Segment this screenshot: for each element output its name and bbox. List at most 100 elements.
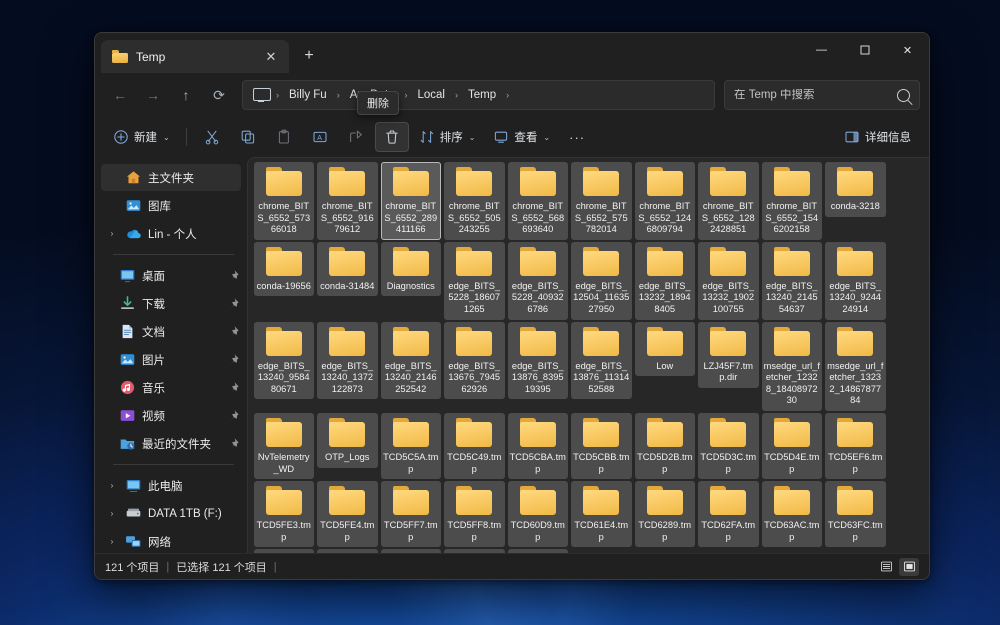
file-tile[interactable]: TCD638A.tmp — [381, 549, 442, 553]
share-button[interactable] — [339, 122, 373, 152]
file-tile[interactable]: conda-3218 — [825, 162, 886, 217]
file-tile[interactable]: Diagnostics — [381, 242, 442, 297]
sidebar-item-music[interactable]: 音乐 — [101, 374, 241, 401]
file-tile[interactable]: TCD5FE3.tmp — [254, 481, 315, 547]
sidebar-item-data-drive[interactable]: › DATA 1TB (F:) — [101, 500, 241, 527]
file-tile[interactable]: edge_BITS_13240_924424914 — [825, 242, 886, 320]
pin-icon[interactable] — [225, 380, 241, 396]
file-tile[interactable]: TCD5FE4.tmp — [317, 481, 378, 547]
file-tile[interactable]: edge_BITS_13240_2146252542 — [381, 322, 442, 400]
breadcrumb[interactable]: › Billy Fu › AppData › Local › Temp › — [242, 80, 715, 110]
file-tile[interactable]: conda-31484 — [317, 242, 378, 297]
pin-icon[interactable] — [225, 408, 241, 424]
file-tile[interactable]: TCD63FC.tmp — [825, 481, 886, 547]
chevron-right-icon[interactable]: › — [105, 537, 119, 546]
file-tile[interactable]: edge_BITS_13676_794562926 — [444, 322, 505, 400]
file-tile[interactable]: TCD5C5A.tmp — [381, 413, 442, 479]
sidebar-item-videos[interactable]: 视频 — [101, 402, 241, 429]
file-tile[interactable]: TCD5CBA.tmp — [508, 413, 569, 479]
file-tile[interactable]: OTP_Logs — [317, 413, 378, 468]
pin-icon[interactable] — [225, 296, 241, 312]
minimize-button[interactable]: — — [800, 33, 843, 67]
file-tile[interactable]: msedge_url_fetcher_13232_1486787784 — [825, 322, 886, 411]
file-tile[interactable]: chrome_BITS_6552_57366018 — [254, 162, 315, 240]
view-button[interactable]: 查看 ⌄ — [485, 122, 558, 152]
file-tile[interactable]: chrome_BITS_6552_568693640 — [508, 162, 569, 240]
file-tile[interactable]: edge_BITS_13232_18948405 — [635, 242, 696, 320]
sidebar-item-downloads[interactable]: 下载 — [101, 290, 241, 317]
sidebar-item-network[interactable]: › 网络 — [101, 528, 241, 553]
file-tile[interactable]: TCD601B.tmp — [317, 549, 378, 553]
file-tile[interactable]: msedge_url_fetcher_12328_1840897230 — [762, 322, 823, 411]
file-tile[interactable]: TCD6289.tmp — [635, 481, 696, 547]
sidebar-item-this-pc[interactable]: › 此电脑 — [101, 472, 241, 499]
file-tile[interactable]: chrome_BITS_6552_575782014 — [571, 162, 632, 240]
file-tile[interactable]: TCD65E8.tmp — [254, 549, 315, 553]
paste-button[interactable] — [267, 122, 301, 152]
chevron-right-icon[interactable]: › — [105, 229, 119, 238]
chevron-right-icon[interactable]: › — [105, 509, 119, 518]
file-tile[interactable]: chrome_BITS_6552_1246809794 — [635, 162, 696, 240]
tab-temp[interactable]: Temp ✕ — [101, 40, 289, 73]
file-tile[interactable]: chrome_BITS_6552_1546202158 — [762, 162, 823, 240]
refresh-button[interactable]: ⟳ — [203, 80, 235, 110]
pin-icon[interactable] — [225, 352, 241, 368]
new-button[interactable]: 新建 ⌄ — [105, 122, 178, 152]
sidebar-item-pictures[interactable]: 图片 — [101, 346, 241, 373]
file-tile[interactable]: edge_BITS_5228_409326786 — [508, 242, 569, 320]
file-tile[interactable]: TCD60D9.tmp — [508, 481, 569, 547]
cut-button[interactable] — [195, 122, 229, 152]
breadcrumb-item-user[interactable]: Billy Fu — [283, 86, 333, 104]
file-tile[interactable]: chrome_BITS_6552_505243255 — [444, 162, 505, 240]
file-tile[interactable]: edge_BITS_12504_1163527950 — [571, 242, 632, 320]
file-tile[interactable]: TCD5FF7.tmp — [381, 481, 442, 547]
file-tile[interactable]: LZJ45F7.tmp.dir — [698, 322, 759, 388]
search-input[interactable] — [734, 89, 897, 101]
pin-icon[interactable] — [225, 324, 241, 340]
file-tile[interactable]: edge_BITS_13232_1902100755 — [698, 242, 759, 320]
sidebar-item-documents[interactable]: 文档 — [101, 318, 241, 345]
file-tile[interactable]: conda-19656 — [254, 242, 315, 297]
file-tile[interactable]: TCD5D4E.tmp — [762, 413, 823, 479]
file-tile[interactable]: TCD5C49.tmp — [444, 413, 505, 479]
delete-button[interactable] — [375, 122, 409, 152]
sidebar-item-gallery[interactable]: 图库 — [101, 192, 241, 219]
sort-button[interactable]: 排序 ⌄ — [411, 122, 484, 152]
file-tile[interactable]: TCD648C.tmp — [508, 549, 569, 553]
back-button[interactable]: ← — [104, 80, 136, 110]
breadcrumb-item-local[interactable]: Local — [411, 86, 451, 104]
up-button[interactable]: ↑ — [170, 80, 202, 110]
file-tile[interactable]: Low — [635, 322, 696, 377]
sidebar-item-home[interactable]: 主文件夹 — [101, 164, 241, 191]
search-box[interactable] — [724, 80, 920, 110]
maximize-button[interactable] — [843, 33, 886, 67]
file-tile[interactable]: TCD62FA.tmp — [698, 481, 759, 547]
large-icons-view-button[interactable] — [899, 558, 919, 576]
breadcrumb-item-temp[interactable]: Temp — [462, 86, 502, 104]
file-tile[interactable]: TCD63AC.tmp — [762, 481, 823, 547]
file-tile[interactable]: chrome_BITS_6552_289411166 — [381, 162, 442, 240]
rename-button[interactable]: A — [303, 122, 337, 152]
file-list-area[interactable]: chrome_BITS_6552_57366018chrome_BITS_655… — [247, 157, 929, 553]
details-view-button[interactable] — [876, 558, 896, 576]
file-tile[interactable]: TCD5CBB.tmp — [571, 413, 632, 479]
file-tile[interactable]: edge_BITS_13876_1131452588 — [571, 322, 632, 400]
pin-icon[interactable] — [225, 268, 241, 284]
file-tile[interactable]: edge_BITS_13240_1372122873 — [317, 322, 378, 400]
file-tile[interactable]: chrome_BITS_6552_91679612 — [317, 162, 378, 240]
new-tab-button[interactable]: + — [295, 42, 323, 70]
sidebar-item-onedrive[interactable]: › Lin - 个人 — [101, 220, 241, 247]
pin-icon[interactable] — [225, 436, 241, 452]
sidebar-item-desktop[interactable]: 桌面 — [101, 262, 241, 289]
file-tile[interactable]: edge_BITS_13240_958480671 — [254, 322, 315, 400]
file-tile[interactable]: edge_BITS_13240_214554637 — [762, 242, 823, 320]
forward-button[interactable]: → — [137, 80, 169, 110]
file-tile[interactable]: TCD5EF6.tmp — [825, 413, 886, 479]
file-tile[interactable]: TCD5D3C.tmp — [698, 413, 759, 479]
chevron-right-icon[interactable]: › — [105, 481, 119, 490]
more-options-button[interactable]: ··· — [560, 122, 594, 152]
file-tile[interactable]: TCD5FF8.tmp — [444, 481, 505, 547]
close-tab-icon[interactable]: ✕ — [261, 47, 281, 67]
file-tile[interactable]: chrome_BITS_6552_1282428851 — [698, 162, 759, 240]
file-tile[interactable]: edge_BITS_5228_186071265 — [444, 242, 505, 320]
